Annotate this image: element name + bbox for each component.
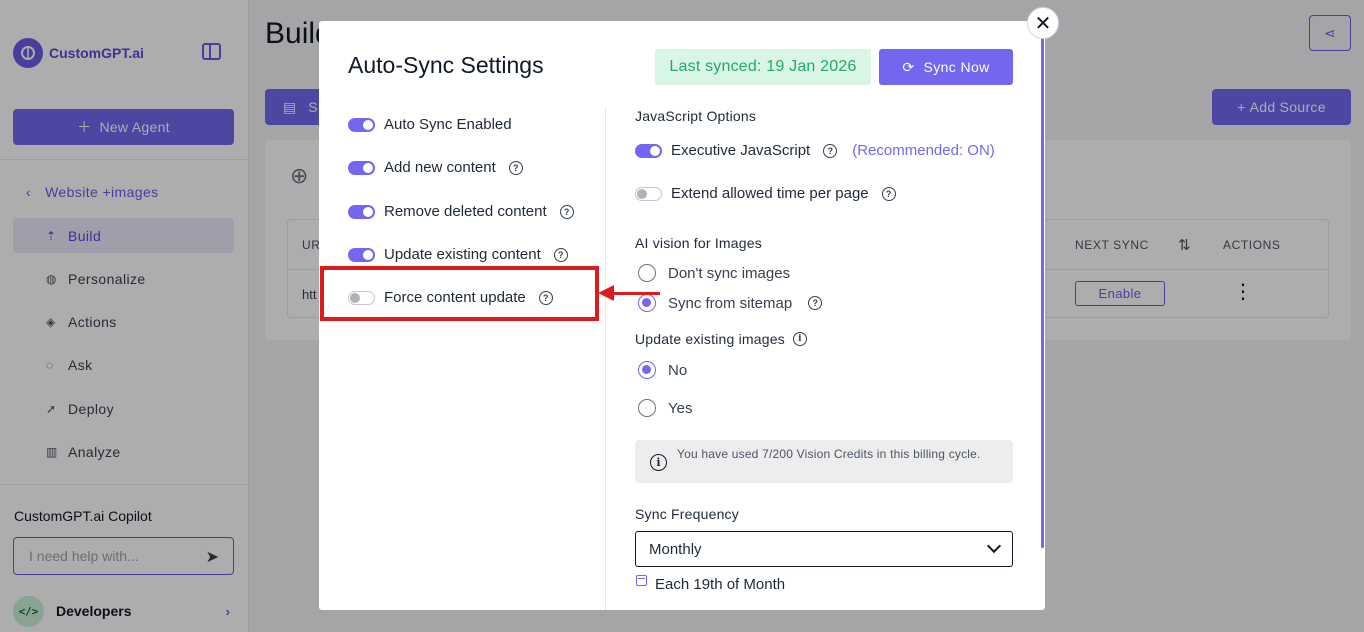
- annotation-highlight-box: [320, 266, 599, 321]
- select-value: Monthly: [649, 540, 702, 558]
- toggle-row-remove-deleted: Remove deleted content ?: [348, 203, 574, 220]
- toggle-row-auto-sync: Auto Sync Enabled: [348, 116, 512, 133]
- toggle-label: Executive JavaScript: [671, 142, 811, 159]
- calendar-icon: [636, 575, 647, 586]
- help-icon[interactable]: ?: [881, 186, 896, 201]
- toggle-label: Update existing content: [384, 246, 541, 263]
- toggle-row-update-existing: Update existing content ?: [348, 246, 568, 263]
- toggle-label: Add new content: [384, 159, 496, 176]
- remove-deleted-toggle[interactable]: [348, 204, 375, 219]
- help-icon[interactable]: ?: [559, 204, 574, 219]
- refresh-icon: ⟳: [902, 58, 915, 75]
- chevron-down-icon: [986, 538, 1002, 554]
- sync-frequency-select[interactable]: Monthly: [635, 531, 1013, 567]
- help-icon[interactable]: ?: [553, 247, 568, 262]
- extend-time-toggle[interactable]: [635, 186, 662, 201]
- schedule-text: Each 19th of Month: [655, 576, 786, 593]
- radio-label: Don't sync images: [668, 264, 791, 282]
- vision-credits-notice: i You have used 7/200 Vision Credits in …: [635, 440, 1013, 483]
- recommended-note: (Recommended: ON): [852, 142, 995, 159]
- toggle-label: Remove deleted content: [384, 203, 547, 220]
- toggle-row-executive-js: Executive JavaScript ? (Recommended: ON): [635, 142, 995, 159]
- radio-button[interactable]: [638, 361, 656, 379]
- sync-now-button[interactable]: ⟳ Sync Now: [879, 49, 1013, 85]
- sync-frequency-heading: Sync Frequency: [635, 506, 739, 522]
- modal-scrollbar[interactable]: [1041, 38, 1044, 548]
- radio-dont-sync-images[interactable]: Don't sync images: [638, 264, 790, 282]
- modal-title: Auto-Sync Settings: [348, 52, 544, 78]
- js-options-heading: JavaScript Options: [635, 108, 757, 124]
- close-icon[interactable]: ✕: [1027, 7, 1059, 39]
- radio-label: No: [668, 361, 688, 379]
- info-icon[interactable]: i: [792, 332, 807, 346]
- radio-update-images-yes[interactable]: Yes: [638, 399, 692, 417]
- sync-schedule: Each 19th of Month: [636, 575, 786, 593]
- executive-js-toggle[interactable]: [635, 143, 662, 158]
- radio-label: Yes: [668, 399, 693, 417]
- update-images-heading-row: Update existing images i: [635, 331, 807, 347]
- radio-update-images-no[interactable]: No: [638, 361, 687, 379]
- toggle-label: Extend allowed time per page: [671, 185, 869, 202]
- update-images-heading: Update existing images: [635, 331, 785, 347]
- radio-button[interactable]: [638, 294, 656, 312]
- radio-button[interactable]: [638, 399, 656, 417]
- radio-sync-from-sitemap[interactable]: Sync from sitemap ?: [638, 294, 823, 312]
- help-icon[interactable]: ?: [808, 296, 823, 310]
- toggle-row-extend-time: Extend allowed time per page ?: [635, 185, 896, 202]
- help-icon[interactable]: ?: [508, 160, 523, 175]
- info-icon: i: [650, 454, 667, 471]
- sync-now-label: Sync Now: [923, 59, 990, 75]
- toggle-row-add-new: Add new content ?: [348, 159, 523, 176]
- annotation-arrow-shaft: [612, 292, 660, 295]
- radio-button[interactable]: [638, 264, 656, 282]
- ai-vision-heading: AI vision for Images: [635, 235, 762, 251]
- annotation-arrow-icon: [598, 285, 614, 301]
- column-divider: [605, 107, 606, 610]
- add-new-content-toggle[interactable]: [348, 160, 375, 175]
- update-existing-toggle[interactable]: [348, 247, 375, 262]
- toggle-label: Auto Sync Enabled: [384, 116, 512, 133]
- vision-credits-text: You have used 7/200 Vision Credits in th…: [677, 447, 981, 461]
- auto-sync-toggle[interactable]: [348, 117, 375, 132]
- help-icon[interactable]: ?: [823, 143, 838, 158]
- radio-label: Sync from sitemap: [668, 294, 793, 312]
- last-synced-badge: Last synced: 19 Jan 2026: [655, 49, 871, 85]
